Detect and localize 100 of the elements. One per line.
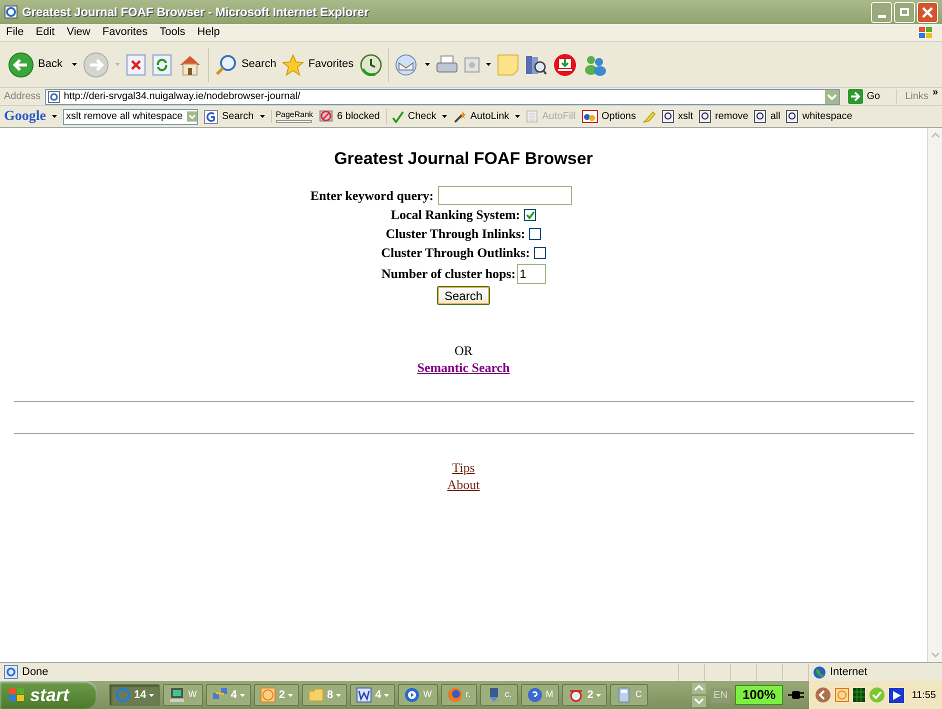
media-player-icon	[404, 687, 420, 703]
messenger-icon	[582, 54, 607, 76]
search-term-icon	[786, 110, 798, 123]
star-icon	[282, 54, 304, 76]
favorites-button[interactable]: Favorites	[282, 54, 354, 76]
highlight-term-button[interactable]: remove	[698, 109, 748, 124]
window-title: Greatest Journal FOAF Browser - Microsoft Internet Explorer	[22, 4, 369, 21]
go-button[interactable]: Go	[844, 89, 884, 104]
google-g-icon	[204, 110, 218, 124]
google-logo: Google	[4, 108, 46, 126]
checkbox-label: Cluster Through Inlinks:	[386, 225, 526, 244]
search-field[interactable]: xslt remove all whitespace	[63, 108, 198, 124]
or-text: OR	[454, 342, 473, 358]
highlight-term-button[interactable]: all	[754, 109, 780, 124]
dropdown-caret-icon	[288, 694, 293, 696]
highlight-term-button[interactable]: whitespace	[786, 109, 852, 124]
menu-item[interactable]: Help	[191, 24, 226, 41]
checkbox-label: Local Ranking System:	[390, 206, 520, 224]
go-arrow-icon	[848, 89, 863, 104]
close-button[interactable]	[917, 2, 938, 22]
dropdown-caret-icon	[424, 63, 430, 66]
dropdown-caret-icon	[384, 694, 390, 696]
search-button[interactable]: Search	[215, 54, 276, 76]
search-term-icon	[698, 110, 711, 123]
windows-logo-icon	[8, 687, 26, 703]
menu-item[interactable]: Favorites	[96, 24, 154, 41]
dropdown-caret-icon	[52, 115, 57, 118]
page-icon	[48, 90, 60, 102]
menu-item[interactable]: Tools	[154, 24, 192, 41]
address-field[interactable]: http://deri-srvgal34.nuigalway.ie/nodebrowser-journal/	[44, 88, 840, 104]
keyword-input[interactable]	[438, 186, 572, 205]
search-button[interactable]: Search	[204, 109, 254, 124]
taskbar-button[interactable]: 14	[109, 684, 160, 706]
refresh-icon	[152, 54, 172, 76]
stop-icon	[126, 54, 146, 76]
restore-button[interactable]	[894, 2, 915, 22]
footer-link[interactable]: Tips	[452, 459, 475, 476]
footer-link[interactable]: About	[447, 476, 480, 493]
download-icon	[552, 52, 577, 76]
note-icon	[496, 54, 519, 76]
search-term-icon	[662, 110, 674, 123]
dropdown-caret-icon	[240, 694, 245, 696]
back-button[interactable]: Back	[4, 48, 66, 82]
search-icon	[215, 54, 238, 76]
options-icon	[582, 110, 598, 123]
security-zone: Internet	[830, 664, 868, 680]
document-icon	[356, 687, 372, 703]
play-icon	[888, 688, 904, 702]
dropdown-caret-icon	[336, 694, 342, 696]
dropdown-caret-icon	[115, 63, 120, 66]
field-label: Enter keyword query:	[310, 186, 434, 205]
menu-item[interactable]: File	[0, 24, 30, 41]
close-icon	[922, 6, 933, 18]
browser-icon	[115, 687, 131, 703]
home-icon	[178, 54, 202, 76]
pagerank-meter: PageRank	[270, 110, 314, 123]
clock-icon	[260, 687, 276, 703]
folder-icon	[308, 687, 324, 703]
checkbox[interactable]	[529, 228, 542, 240]
highlighter-icon	[642, 110, 656, 123]
dropdown-caret-icon	[149, 694, 154, 696]
start-button[interactable]: start	[0, 681, 97, 709]
checkbox[interactable]	[524, 209, 536, 221]
mail-icon	[394, 54, 419, 76]
menu-item[interactable]: View	[60, 24, 96, 41]
minimize-button[interactable]	[871, 2, 892, 22]
dropdown-icon[interactable]	[824, 90, 839, 104]
autolink-button[interactable]: AutoLink	[453, 109, 510, 124]
more-chevron[interactable]: »	[932, 85, 938, 100]
popup-blocker-button[interactable]: 6 blocked	[319, 109, 380, 124]
dropdown-caret-icon	[596, 694, 602, 696]
help-icon	[526, 687, 543, 703]
search-term-icon	[754, 110, 766, 123]
grid-icon	[852, 688, 865, 702]
field-label: Number of cluster hops:	[381, 264, 516, 283]
dropdown-caret-icon	[72, 63, 78, 66]
highlight-term-button[interactable]: xslt	[662, 109, 693, 124]
menu-item[interactable]: Edit	[30, 24, 61, 41]
dropdown-caret-icon	[260, 115, 265, 118]
spell-check-button[interactable]: Check	[386, 109, 436, 124]
semantic-search-link[interactable]: Semantic Search	[417, 358, 510, 377]
history-icon	[360, 54, 382, 76]
search-button[interactable]: Search	[437, 286, 490, 304]
page-heading: Greatest Journal FOAF Browser	[334, 148, 593, 170]
address-label: Address	[4, 90, 41, 104]
research-icon	[524, 54, 547, 76]
printer-icon	[436, 54, 458, 76]
checkbox[interactable]	[534, 247, 546, 259]
browser-icon	[4, 5, 18, 19]
spell-check-icon	[390, 110, 404, 123]
hops-input[interactable]: 1	[516, 264, 546, 284]
calculator-icon	[616, 687, 632, 703]
dropdown-caret-icon	[486, 63, 491, 66]
dropdown-caret-icon	[442, 115, 448, 118]
vertical-scrollbar[interactable]	[927, 128, 942, 662]
options-button[interactable]: Options	[582, 109, 636, 124]
clock: 11:55	[912, 688, 936, 702]
dropdown-icon	[186, 110, 197, 123]
form-icon	[526, 110, 538, 123]
magic-wand-icon	[453, 110, 466, 123]
